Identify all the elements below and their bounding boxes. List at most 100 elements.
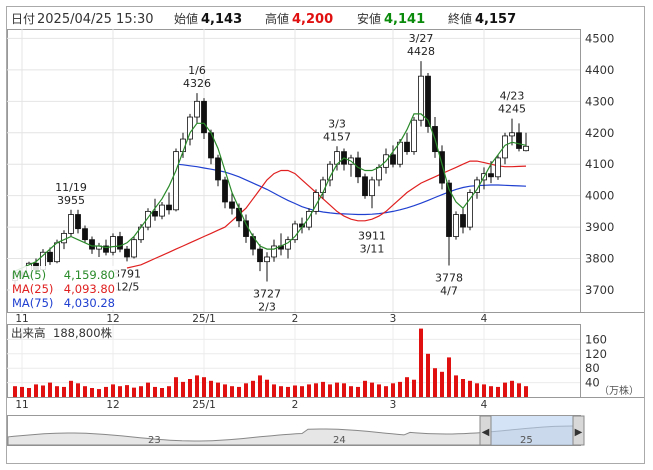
price-tick-label: 4400 (585, 63, 614, 77)
close-label: 終値 (448, 11, 472, 26)
volume-bar (111, 384, 115, 397)
price-tick-label: 3900 (585, 220, 614, 234)
datetime-value: 2025/04/25 15:30 (37, 12, 154, 27)
volume-bar (104, 386, 108, 397)
volume-bar (496, 386, 500, 397)
date-tick-label: 25/1 (192, 399, 216, 411)
price-tick-label: 4100 (585, 157, 614, 171)
annotation-value: 3727 (253, 287, 281, 300)
volume-bar (384, 386, 388, 397)
annotation-value: 4428 (407, 45, 435, 58)
volume-bar (244, 383, 248, 397)
volume-bar (489, 386, 493, 397)
volume-bar (83, 386, 87, 397)
volume-bar (405, 377, 409, 397)
volume-bar (48, 382, 52, 397)
annotation-value: 3911 (358, 230, 386, 243)
header-bar: 日付 2025/04/25 15:30 始値 4,143 高値 4,200 安値… (11, 11, 516, 27)
volume-bar (461, 379, 465, 397)
open-value: 4,143 (201, 12, 242, 27)
date-label: 日付 (11, 12, 35, 26)
candle-body (523, 145, 529, 152)
candle-body (390, 154, 396, 165)
date-tick-label: 4 (481, 399, 488, 411)
candle-body (320, 179, 326, 193)
volume-bar (307, 384, 311, 397)
candle-body (516, 132, 522, 149)
volume-bar (118, 386, 122, 397)
volume-bar (412, 379, 416, 397)
annotation-date: 4/7 (440, 284, 458, 297)
annotation-date: 2/3 (258, 300, 276, 313)
volume-bar (398, 381, 402, 397)
price-tick-label: 4300 (585, 94, 614, 108)
date-tick-label: 11 (15, 313, 28, 325)
stock-chart: 日付 2025/04/25 15:30 始値 4,143 高値 4,200 安値… (7, 11, 644, 447)
volume-bar (265, 379, 269, 397)
volume-bar (251, 380, 255, 397)
volume-label: 出来高 (11, 326, 46, 340)
chart-frame: 日付 2025/04/25 15:30 始値 4,143 高値 4,200 安値… (6, 6, 645, 464)
ma75-label: MA(75) (12, 296, 53, 310)
candle-body (124, 248, 130, 258)
candle-body (404, 141, 410, 153)
volume-bar (20, 386, 24, 397)
high-label: 高値 (265, 11, 289, 26)
volume-bar (447, 357, 451, 397)
volume-bar (363, 380, 367, 397)
volume-bar (188, 379, 192, 397)
ma25-line (126, 160, 527, 269)
ma25-label: MA(25) (12, 282, 53, 296)
candle-body (488, 173, 494, 178)
volume-bar (503, 382, 507, 397)
volume-bar (370, 382, 374, 397)
volume-bar (391, 383, 395, 397)
volume-bar (76, 383, 80, 397)
candle-body (460, 214, 466, 228)
date-tick-label: 4 (481, 313, 488, 325)
candle-body (117, 236, 123, 250)
candle-body (453, 214, 459, 237)
candle-body (369, 179, 375, 197)
volume-bar (482, 384, 486, 397)
volume-bar (202, 377, 206, 397)
volume-bar (237, 386, 241, 397)
candle-body (257, 248, 263, 263)
annotation-date: 3/11 (360, 243, 385, 256)
candle-body (47, 251, 53, 263)
price-tick-label: 3800 (585, 252, 614, 266)
volume-bar (510, 380, 514, 397)
volume-bar (286, 386, 290, 397)
candle-body (509, 132, 515, 137)
candle-body (159, 204, 165, 217)
ma75-value: 4,030.28 (64, 296, 115, 310)
candle-body (495, 157, 501, 178)
volume-bar (517, 383, 521, 397)
candle-body (222, 179, 228, 203)
volume-bar (279, 386, 283, 397)
price-axis: 4500 4400 4300 4200 4100 4000 3900 3800 3700 (585, 31, 614, 297)
volume-bar (468, 380, 472, 397)
ma5-value: 4,159.80 (64, 268, 115, 282)
volume-bar (230, 386, 234, 397)
ma-legend: MA(5) 4,159.80 MA(25) 4,093.80 MA(75) 4,… (10, 266, 118, 310)
candle-body (201, 100, 207, 134)
volume-axis: 1601208040 (585, 332, 607, 389)
annotation-value: 4245 (498, 103, 526, 116)
annotation-value: 4157 (323, 130, 351, 143)
close-value: 4,157 (475, 12, 516, 27)
price-tick-label: 3700 (585, 283, 614, 297)
volume-bar (440, 371, 444, 397)
volume-tick-label: 40 (585, 376, 600, 390)
candle-body (215, 157, 221, 181)
range-navigator[interactable]: ◀ ▶ 23 24 25 (7, 415, 585, 447)
candle-body (152, 210, 158, 217)
open-label: 始値 (174, 11, 198, 26)
volume-bar (293, 385, 297, 397)
candle-body (229, 201, 235, 209)
annotations: 11/193955379112/51/6432637272/33/3415739… (55, 32, 526, 313)
volume-bar (377, 384, 381, 397)
candle-body (411, 119, 417, 153)
volume-tick-label: 160 (585, 332, 607, 346)
volume-bar (27, 388, 31, 397)
